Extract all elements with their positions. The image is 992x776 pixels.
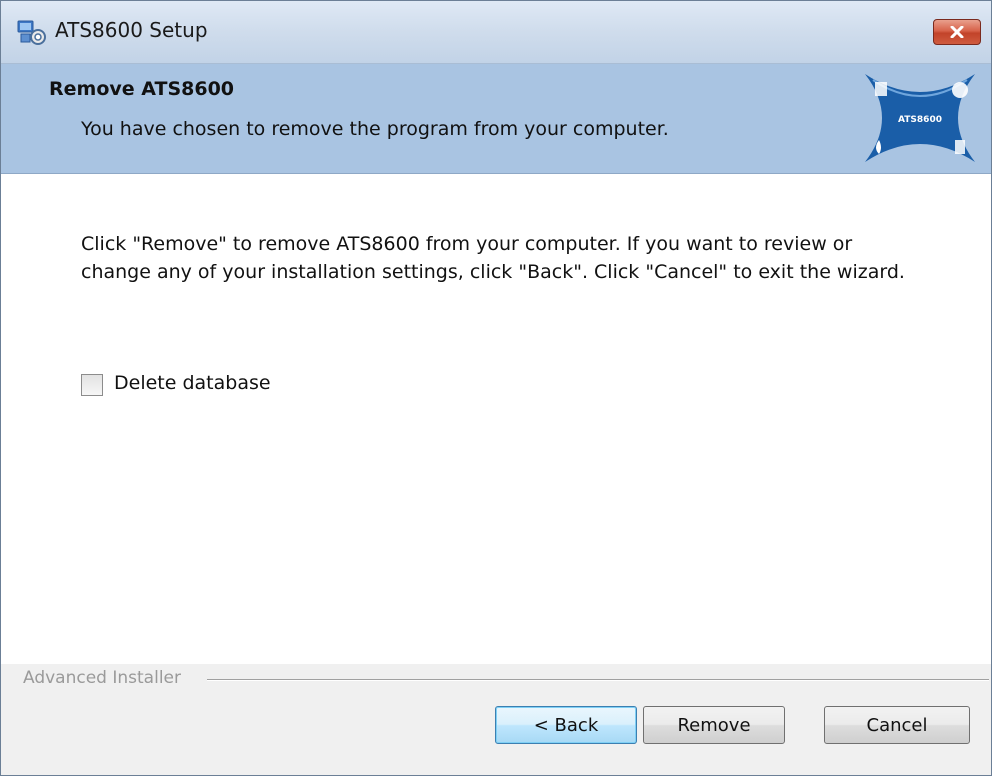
close-button[interactable] (933, 19, 981, 45)
wizard-header: Remove ATS8600 You have chosen to remove… (1, 64, 991, 174)
page-subtitle: You have chosen to remove the program fr… (81, 118, 669, 140)
setup-app-icon (17, 19, 47, 47)
back-button[interactable]: < Back (495, 706, 637, 744)
ats8600-logo: ATS8600 (865, 74, 975, 162)
setup-window: ATS8600 Setup Remove ATS8600 You have ch… (0, 0, 992, 776)
instruction-line-1: Click "Remove" to remove ATS8600 from yo… (81, 233, 853, 255)
wizard-content: Click "Remove" to remove ATS8600 from yo… (1, 174, 991, 664)
close-icon (950, 26, 964, 38)
instructions: Click "Remove" to remove ATS8600 from yo… (81, 230, 961, 286)
window-title: ATS8600 Setup (55, 18, 208, 42)
page-title: Remove ATS8600 (49, 78, 235, 100)
delete-database-checkbox[interactable] (81, 374, 103, 396)
installer-brand-label: Advanced Installer (23, 668, 187, 688)
cancel-button[interactable]: Cancel (824, 706, 970, 744)
wizard-footer: Advanced Installer < Back Remove Cancel (1, 664, 991, 775)
logo-text: ATS8600 (898, 115, 942, 125)
title-bar[interactable]: ATS8600 Setup (1, 1, 991, 64)
delete-database-label[interactable]: Delete database (114, 372, 271, 394)
footer-separator (207, 679, 989, 681)
remove-button[interactable]: Remove (643, 706, 785, 744)
instruction-line-2: change any of your installation settings… (81, 261, 905, 283)
